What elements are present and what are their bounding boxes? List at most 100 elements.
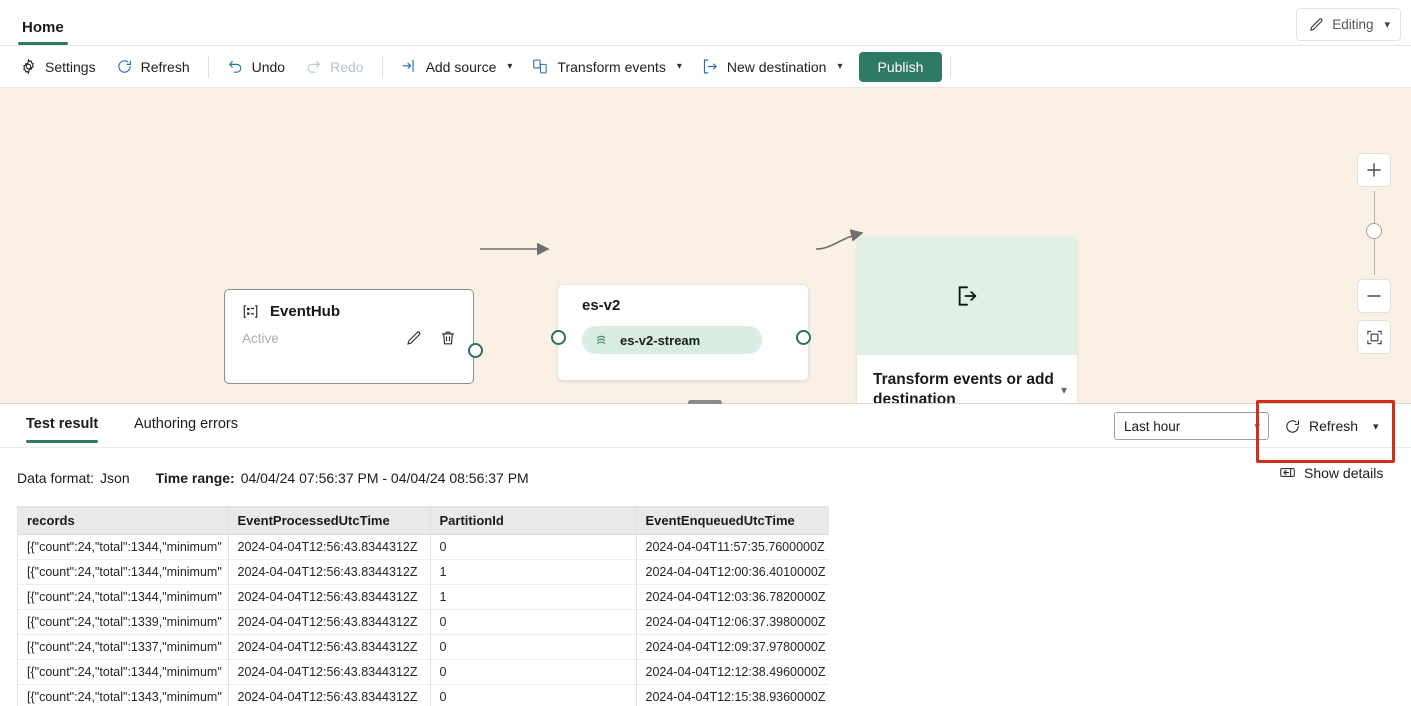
table-row[interactable]: [{"count":24,"total":1344,"minimum" 2024-… [18,584,829,610]
results-refresh-label: Refresh [1309,418,1359,434]
node-esv2[interactable]: es-v2 es-v2-stream [551,284,811,381]
tab-home[interactable]: Home [18,19,68,45]
time-range-select[interactable]: Last hour ▾ [1114,412,1269,440]
tab-active-underline [18,42,68,45]
node-esv2-title: es-v2 [582,297,621,314]
new-destination-button[interactable]: New destination ▾ [692,52,853,82]
results-table: records EventProcessedUtcTime PartitionId E… [18,507,829,706]
table-cell: 2024-04-04T12:00:36.4010000Z [636,559,829,585]
table-cell: 0 [430,684,637,706]
node-esv2-input-port[interactable] [551,330,566,345]
table-column-header[interactable]: EventEnqueuedUtcTime [636,507,829,535]
table-cell: [{"count":24,"total":1344,"minimum" [18,534,229,560]
tab-home-label: Home [22,19,64,36]
chevron-down-icon: ▾ [1384,19,1390,31]
table-cell: 2024-04-04T12:15:38.9360000Z [636,684,829,706]
toolbar-divider [950,55,952,78]
table-cell: [{"count":24,"total":1344,"minimum" [18,659,229,685]
table-cell: 2024-04-04T12:06:37.3980000Z [636,609,829,635]
table-cell: [{"count":24,"total":1344,"minimum" [18,559,229,585]
eventstream-canvas[interactable]: EventHub Active es-v2 es-v2-stream Trans… [0,88,1411,403]
stream-pill-esv2-stream[interactable]: es-v2-stream [582,326,762,354]
data-format-value: Json [100,470,130,486]
chevron-down-icon: ▾ [1254,420,1260,433]
add-source-icon [401,58,418,75]
editing-mode-button[interactable]: Editing ▾ [1296,8,1401,41]
node-eventhub-output-port[interactable] [468,343,483,358]
table-cell: 2024-04-04T12:56:43.8344312Z [228,559,431,585]
pencil-icon[interactable] [405,329,423,347]
table-row[interactable]: [{"count":24,"total":1343,"minimum" 2024-… [18,684,829,706]
table-column-header[interactable]: PartitionId [430,507,637,535]
table-cell: [{"count":24,"total":1337,"minimum" [18,634,229,660]
time-range-key: Time range: [155,470,235,486]
chevron-down-icon[interactable]: ▾ [1061,383,1067,397]
zoom-slider-thumb[interactable] [1366,223,1382,239]
table-row[interactable]: [{"count":24,"total":1339,"minimum" 2024-… [18,609,829,635]
node-transform-or-destination[interactable]: Transform events or add destination ▾ [857,237,1077,403]
tab-test-result-label: Test result [26,416,99,432]
wire-esv2-to-transform [815,229,864,250]
table-cell: 2024-04-04T12:56:43.8344312Z [228,584,431,610]
table-row[interactable]: [{"count":24,"total":1344,"minimum" 2024-… [18,659,829,685]
table-cell: 2024-04-04T12:56:43.8344312Z [228,634,431,660]
chevron-down-icon: ▾ [1373,420,1379,433]
table-row[interactable]: [{"count":24,"total":1344,"minimum" 2024-… [18,559,829,585]
export-icon [954,283,980,309]
toolbar-divider [207,55,209,78]
settings-label: Settings [45,58,96,75]
results-table-container[interactable]: records EventProcessedUtcTime PartitionId E… [17,506,829,706]
table-row[interactable]: [{"count":24,"total":1337,"minimum" 2024-… [18,634,829,660]
refresh-button[interactable]: Refresh [106,52,200,82]
table-cell: 2024-04-04T12:12:38.4960000Z [636,659,829,685]
table-header-row: records EventProcessedUtcTime PartitionId E… [18,507,829,535]
refresh-label: Refresh [140,58,190,75]
table-cell: 0 [430,634,637,660]
results-metadata: Data format: Json Time range: 04/04/24 0… [17,470,529,486]
transform-events-icon [532,58,549,75]
fit-to-screen-button[interactable] [1357,320,1391,354]
gear-icon [20,58,37,75]
editing-mode-label: Editing [1332,17,1374,32]
table-cell: 0 [430,609,637,635]
zoom-out-button[interactable] [1357,279,1391,313]
redo-icon [305,58,322,75]
add-source-label: Add source [425,58,497,75]
data-format-key: Data format: [17,470,95,486]
table-cell: 1 [430,584,637,610]
trash-icon[interactable] [439,329,457,347]
table-cell: 2024-04-04T12:56:43.8344312Z [228,609,431,635]
table-cell: 1 [430,559,637,585]
tab-test-result[interactable]: Test result [26,416,99,443]
settings-button[interactable]: Settings [10,52,106,82]
transform-events-button[interactable]: Transform events ▾ [522,52,691,82]
node-esv2-output-port[interactable] [796,330,811,345]
table-row[interactable]: [{"count":24,"total":1344,"minimum" 2024-… [18,534,829,560]
add-source-button[interactable]: Add source ▾ [391,52,523,82]
eventstream-editor-page: Home Editing ▾ Settings Refresh Undo Red… [0,0,1411,706]
table-column-header[interactable]: records [18,507,229,535]
chevron-down-icon: ▾ [676,61,682,72]
node-eventhub-title: EventHub [270,303,341,320]
zoom-in-button[interactable] [1357,153,1391,187]
show-details-button[interactable]: Show details [1279,464,1383,481]
table-cell: [{"count":24,"total":1343,"minimum" [18,684,229,706]
redo-button[interactable]: Redo [295,52,373,82]
refresh-icon [116,58,133,75]
undo-button[interactable]: Undo [217,52,295,82]
node-eventhub[interactable]: EventHub Active [224,289,483,384]
undo-icon [227,58,244,75]
table-cell: 0 [430,659,637,685]
show-details-label: Show details [1304,464,1384,481]
new-destination-icon [702,58,719,75]
time-range-select-value: Last hour [1124,418,1181,434]
chevron-down-icon: ▾ [507,61,513,72]
table-column-header[interactable]: EventProcessedUtcTime [228,507,431,535]
table-cell: 0 [430,534,637,560]
table-cell: 2024-04-04T12:09:37.9780000Z [636,634,829,660]
tab-authoring-errors[interactable]: Authoring errors [134,416,238,443]
node-transform-footer: Transform events or add destination ▾ [857,355,1077,403]
zoom-slider[interactable] [1357,187,1391,279]
publish-button[interactable]: Publish [858,51,943,82]
results-refresh-button[interactable]: Refresh ▾ [1278,412,1385,440]
